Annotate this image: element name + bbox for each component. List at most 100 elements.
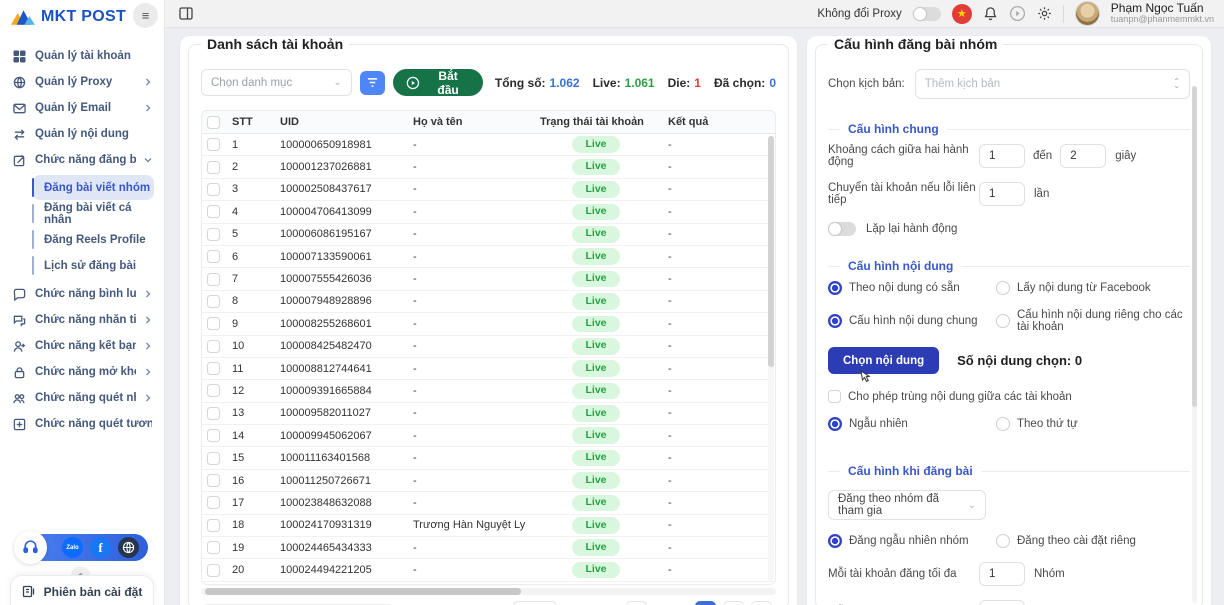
page-1-button[interactable]	[695, 601, 716, 605]
row-checkbox[interactable]	[207, 317, 220, 330]
avatar[interactable]	[1075, 1, 1100, 26]
sidebar-item-content[interactable]: Quản lý nội dung	[6, 121, 158, 147]
user-info[interactable]: Phạm Ngọc Tuấn tuanpn@phanmemmkt.vn	[1111, 2, 1214, 25]
star-badge-icon[interactable]: ★	[952, 4, 972, 24]
table-row[interactable]: 21 Live	[202, 582, 775, 585]
panel-scrollbar[interactable]	[1192, 86, 1197, 603]
panel-layout-icon[interactable]	[179, 7, 193, 20]
sidebar-item-unlock[interactable]: Chức năng mở khoá	[6, 359, 158, 385]
row-checkbox[interactable]	[207, 183, 220, 196]
sidebar-subitem-post-group[interactable]: Đăng bài viết nhóm	[32, 175, 154, 200]
table-row[interactable]: 13 100009582011027 - Live -	[202, 403, 775, 425]
radio-content-common[interactable]	[828, 314, 842, 328]
row-checkbox[interactable]	[207, 429, 220, 442]
max-groups-input[interactable]: 1	[979, 562, 1025, 586]
radio-in-order[interactable]	[996, 417, 1010, 431]
table-row[interactable]: 18 100024170931319 Trương Hàn Nguyệt Ly …	[202, 515, 775, 537]
table-row[interactable]: 6 100007133590061 - Live -	[202, 246, 775, 268]
row-checkbox[interactable]	[207, 228, 220, 241]
row-checkbox[interactable]	[207, 452, 220, 465]
post-mode-select[interactable]: Đăng theo nhóm đã tham gia ⌄	[828, 490, 986, 520]
sidebar-subitem-post-history[interactable]: Lịch sử đăng bài	[32, 253, 154, 278]
table-row[interactable]: 7 100007555426036 - Live -	[202, 268, 775, 290]
sidebar-item-scan-group[interactable]: Chức năng quét nhóm	[6, 385, 158, 411]
row-checkbox[interactable]	[207, 205, 220, 218]
radio-content-available[interactable]	[828, 281, 842, 295]
support-headset-icon[interactable]	[14, 531, 47, 564]
row-checkbox[interactable]	[207, 407, 220, 420]
row-checkbox[interactable]	[207, 138, 220, 151]
table-row[interactable]: 12 100009391665884 - Live -	[202, 380, 775, 402]
page-next-button[interactable]	[751, 601, 772, 605]
table-row[interactable]: 3 100002508437617 - Live -	[202, 179, 775, 201]
sidebar-subitem-post-reels[interactable]: Đăng Reels Profile	[32, 227, 154, 252]
globe-icon[interactable]	[118, 537, 139, 558]
category-select[interactable]: Chọn danh mục ⌄	[201, 69, 352, 96]
allow-duplicate-checkbox[interactable]	[828, 390, 841, 403]
page-prev-button[interactable]	[626, 601, 647, 605]
table-horizontal-scrollbar[interactable]	[201, 588, 776, 595]
row-checkbox[interactable]	[207, 340, 220, 353]
radio-content-facebook[interactable]	[996, 281, 1010, 295]
select-all-checkbox[interactable]	[207, 116, 220, 129]
scrollbar-thumb[interactable]	[1192, 86, 1197, 407]
version-settings[interactable]: Phiên bản cài đặt	[10, 575, 154, 605]
sidebar-item-scan-interaction[interactable]: Chức năng quét tương tác	[6, 411, 158, 437]
row-checkbox[interactable]	[207, 384, 220, 397]
row-checkbox[interactable]	[207, 362, 220, 375]
row-checkbox[interactable]	[207, 496, 220, 509]
repeat-action-toggle[interactable]	[828, 222, 856, 236]
sidebar-collapse-button[interactable]: ≡	[133, 3, 158, 28]
table-row[interactable]: 8 100007948928896 - Live -	[202, 291, 775, 313]
sidebar-item-proxy[interactable]: Quản lý Proxy	[6, 69, 158, 95]
total-posts-input[interactable]: 1	[979, 600, 1025, 605]
row-checkbox[interactable]	[207, 519, 220, 532]
proxy-toggle[interactable]	[913, 7, 941, 21]
bell-icon[interactable]	[983, 6, 998, 21]
page-size-select[interactable]	[513, 601, 557, 605]
radio-custom-settings[interactable]	[996, 534, 1010, 548]
row-checkbox[interactable]	[207, 273, 220, 286]
row-checkbox[interactable]	[207, 295, 220, 308]
radio-random-group[interactable]	[828, 534, 842, 548]
scenario-select[interactable]: Thêm kịch bản ⌃⌄	[915, 69, 1190, 99]
play-circle-icon[interactable]	[1009, 5, 1026, 22]
gear-icon[interactable]	[1037, 6, 1052, 21]
sidebar-item-message[interactable]: Chức năng nhắn tin	[6, 307, 158, 333]
table-row[interactable]: 10 100008425482470 - Live -	[202, 336, 775, 358]
facebook-icon[interactable]: f	[90, 537, 111, 558]
row-checkbox[interactable]	[207, 474, 220, 487]
sidebar-item-posting[interactable]: Chức năng đăng bài	[6, 147, 158, 173]
filter-button[interactable]	[360, 71, 386, 95]
table-row[interactable]: 11 100008812744641 - Live -	[202, 358, 775, 380]
error-switch-input[interactable]: 1	[979, 182, 1025, 206]
gap-from-input[interactable]: 1	[979, 144, 1025, 168]
page-2-button[interactable]	[723, 601, 744, 605]
sidebar-item-comment[interactable]: Chức năng bình luận	[6, 281, 158, 307]
table-row[interactable]: 5 100006086195167 - Live -	[202, 224, 775, 246]
table-row[interactable]: 2 100001237026881 - Live -	[202, 156, 775, 178]
sidebar-item-friend[interactable]: Chức năng kết bạn	[6, 333, 158, 359]
row-checkbox[interactable]	[207, 161, 220, 174]
radio-content-separate[interactable]	[996, 314, 1010, 328]
table-row[interactable]: 17 100023848632088 - Live -	[202, 492, 775, 514]
table-row[interactable]: 15 100011163401568 - Live -	[202, 447, 775, 469]
sidebar-subitem-post-personal[interactable]: Đăng bài viết cá nhân	[32, 201, 154, 226]
choose-content-button[interactable]: Chọn nội dung	[828, 347, 939, 374]
table-row[interactable]: 19 100024465434333 - Live -	[202, 537, 775, 559]
scrollbar-thumb[interactable]	[205, 588, 521, 595]
row-checkbox[interactable]	[207, 564, 220, 577]
sidebar-item-email[interactable]: Quản lý Email	[6, 95, 158, 121]
start-button[interactable]: Bắt đầu	[393, 69, 482, 96]
zalo-icon[interactable]: Zalo	[62, 537, 83, 558]
table-row[interactable]: 20 100024494221205 - Live -	[202, 559, 775, 581]
row-checkbox[interactable]	[207, 250, 220, 263]
sidebar-item-accounts[interactable]: Quản lý tài khoản	[6, 43, 158, 69]
table-row[interactable]: 9 100008255268601 - Live -	[202, 313, 775, 335]
gap-to-input[interactable]: 2	[1060, 144, 1106, 168]
radio-random[interactable]	[828, 417, 842, 431]
row-checkbox[interactable]	[207, 541, 220, 554]
table-row[interactable]: 16 100011250726671 - Live -	[202, 470, 775, 492]
table-vertical-scrollbar[interactable]	[768, 136, 774, 581]
table-row[interactable]: 14 100009945062067 - Live -	[202, 425, 775, 447]
